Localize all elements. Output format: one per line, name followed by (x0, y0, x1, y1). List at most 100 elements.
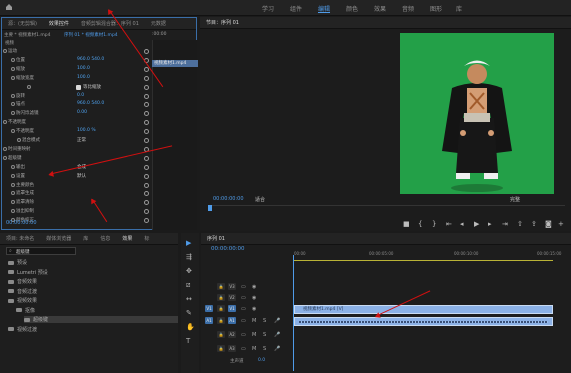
voiceover-icon[interactable]: 🎤 (274, 345, 280, 354)
track-name[interactable]: A2 (228, 331, 236, 338)
eye-icon[interactable]: ◉ (252, 305, 256, 314)
reset-icon[interactable] (144, 120, 149, 126)
razor-tool-icon[interactable]: ⧄ (186, 281, 190, 290)
effect-row[interactable]: 遮罩生成 (2, 190, 152, 197)
voiceover-icon[interactable]: 🎤 (274, 317, 280, 326)
reset-icon[interactable] (144, 209, 149, 215)
effect-row[interactable]: 缩放 100.0 (2, 66, 152, 73)
tab-sequence[interactable]: 序列 01 (201, 235, 231, 242)
tab-audio-mixer[interactable]: 音频剪辑混合器：序列 01 (75, 20, 145, 27)
stopwatch-icon[interactable] (11, 111, 15, 116)
mark-out-icon[interactable]: } (432, 220, 436, 228)
effect-row[interactable]: 不透明度 100.0 % (2, 128, 152, 135)
mute-button[interactable]: M (252, 345, 256, 354)
effect-row-value[interactable]: 默认 (77, 173, 86, 179)
clip-chip[interactable]: 视频素材1.mp4 (152, 60, 198, 67)
reset-icon[interactable] (144, 49, 149, 54)
extract-icon[interactable]: ⇪ (531, 220, 537, 228)
sync-lock-icon[interactable]: ▭ (241, 331, 246, 340)
reset-icon[interactable] (144, 191, 149, 197)
stopwatch-icon[interactable] (27, 84, 31, 89)
timeline-timecode[interactable]: 00:00:00:00 (211, 246, 245, 252)
go-to-out-icon[interactable]: ⇥ (502, 220, 508, 228)
stopwatch-icon[interactable] (3, 155, 7, 160)
go-to-in-icon[interactable]: ⇤ (446, 220, 452, 228)
effects-tree-item[interactable]: 抠像 (16, 307, 35, 314)
fit-dropdown[interactable]: 适合 (255, 196, 265, 203)
tab-effects[interactable]: 效果 (116, 235, 138, 242)
effect-row[interactable]: 主要颜色 (2, 182, 152, 189)
reset-icon[interactable] (144, 84, 149, 90)
ec-timecode[interactable]: 00:00:00:00 (6, 220, 37, 226)
effect-row[interactable]: 溢出抑制 (2, 208, 152, 215)
sync-lock-icon[interactable]: ▭ (241, 317, 246, 326)
reset-icon[interactable] (144, 93, 149, 99)
hand-tool-icon[interactable]: ✋ (186, 323, 195, 331)
source-patch-button[interactable]: A1 (205, 317, 213, 324)
reset-icon[interactable] (144, 200, 149, 206)
resolution-dropdown[interactable]: 完整 (510, 196, 520, 203)
effect-row[interactable]: 运动 (2, 48, 152, 55)
effect-row[interactable]: 遮罩清除 (2, 199, 152, 206)
solo-button[interactable]: S (263, 331, 266, 340)
stopwatch-icon[interactable] (11, 57, 15, 62)
track-name[interactable]: A1 (228, 317, 236, 324)
tab-libraries[interactable]: 库 (77, 235, 94, 242)
effect-row-value[interactable]: 960.0 540.0 (77, 101, 104, 106)
voiceover-icon[interactable]: 🎤 (274, 331, 280, 340)
stopwatch-icon[interactable] (11, 209, 15, 214)
reset-icon[interactable] (144, 164, 149, 170)
step-back-icon[interactable]: ◂ (460, 220, 464, 228)
sync-lock-icon[interactable]: ▭ (241, 294, 246, 303)
effect-row[interactable]: 防闪烁滤镜 0.00 (2, 110, 152, 117)
workspace-learn[interactable]: 学习 (262, 4, 274, 13)
ripple-edit-tool-icon[interactable]: ✥ (186, 267, 192, 275)
workspace-assembly[interactable]: 组件 (290, 4, 302, 13)
stopwatch-icon[interactable] (11, 129, 15, 134)
work-area-bar[interactable] (293, 260, 553, 261)
reset-icon[interactable] (144, 102, 149, 108)
effect-row[interactable]: 锚点 960.0 540.0 (2, 101, 152, 108)
track-lock-icon[interactable]: 🔒 (217, 305, 225, 312)
effects-search-input[interactable]: ⌕ 超级键 (6, 247, 76, 255)
effect-row-value[interactable]: 100.0 (77, 75, 90, 80)
sync-lock-icon[interactable]: ▭ (241, 305, 246, 314)
stopwatch-icon[interactable] (11, 102, 15, 107)
track-lock-icon[interactable]: 🔒 (217, 345, 225, 352)
solo-button[interactable]: S (263, 345, 266, 354)
reset-icon[interactable] (144, 111, 149, 117)
workspace-audio[interactable]: 音频 (402, 4, 414, 13)
home-icon[interactable] (5, 3, 13, 11)
tab-markers[interactable]: 标 (138, 235, 155, 242)
effect-row[interactable]: 混合模式 正常 (2, 137, 152, 144)
effect-row-value[interactable]: 0.00 (77, 110, 87, 115)
pen-tool-icon[interactable]: ✎ (186, 309, 192, 317)
effect-row-value[interactable]: 100.0 (77, 66, 90, 71)
stopwatch-icon[interactable] (11, 182, 15, 187)
selection-tool-icon[interactable]: ▶ (186, 239, 191, 247)
reset-icon[interactable] (144, 129, 149, 135)
track-lock-icon[interactable]: 🔒 (217, 283, 225, 290)
effect-row-value[interactable]: 960.0 540.0 (77, 57, 104, 62)
tab-program[interactable]: 节目：序列 01 (200, 19, 245, 26)
effects-tree-item[interactable]: 音频过渡 (8, 288, 37, 295)
reset-icon[interactable] (144, 218, 149, 224)
track-lock-icon[interactable]: 🔒 (217, 331, 225, 338)
tab-source[interactable]: 源：(无剪辑) (2, 20, 43, 27)
effects-tree-item[interactable]: 音频效果 (8, 278, 37, 285)
mark-in-icon[interactable]: { (418, 220, 422, 228)
sync-lock-icon[interactable]: ▭ (241, 345, 246, 354)
tab-media-browser[interactable]: 媒体浏览器 (40, 235, 77, 242)
workspace-editing[interactable]: 编辑 (318, 4, 330, 13)
workspace-graphics[interactable]: 图形 (430, 4, 442, 13)
solo-button[interactable]: S (263, 317, 266, 326)
monitor-scrubber[interactable] (209, 205, 565, 212)
stopwatch-icon[interactable] (17, 138, 21, 142)
workspace-libraries[interactable]: 库 (456, 4, 462, 13)
reset-icon[interactable] (144, 182, 149, 188)
playhead-marker[interactable] (208, 205, 212, 211)
track-name[interactable]: V3 (228, 283, 236, 290)
track-name[interactable]: V2 (228, 294, 236, 301)
uniform-scale-checkbox[interactable] (76, 84, 81, 90)
effects-tree-item[interactable]: Lumetri 预设 (8, 269, 48, 276)
